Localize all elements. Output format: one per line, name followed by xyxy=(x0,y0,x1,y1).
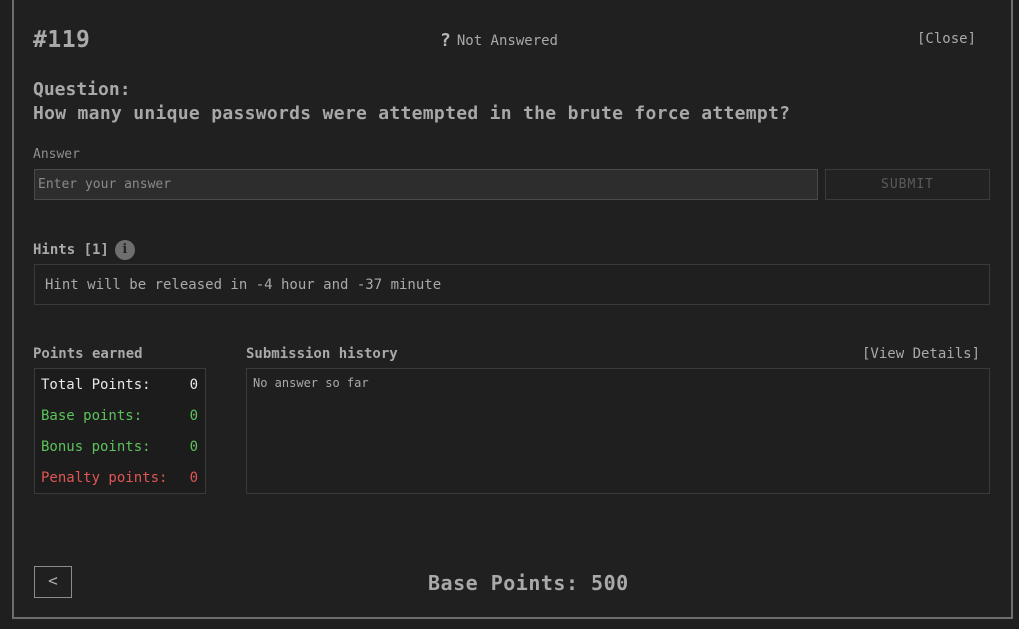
hint-text: Hint will be released in -4 hour and -37… xyxy=(34,264,990,305)
points-earned-title: Points earned xyxy=(33,346,143,362)
penalty-points-row: Penalty points: 0 xyxy=(41,470,198,486)
bonus-points-value: 0 xyxy=(189,439,198,455)
question-mark-icon: ? xyxy=(440,30,451,51)
total-points-row: Total Points: 0 xyxy=(41,377,198,393)
answer-input[interactable] xyxy=(34,169,818,200)
hints-header: Hints [1] i xyxy=(33,240,135,260)
question-modal xyxy=(12,0,1013,619)
submission-history-empty: No answer so far xyxy=(253,376,369,390)
bonus-points-row: Bonus points: 0 xyxy=(41,439,198,455)
answer-label: Answer xyxy=(33,147,80,162)
submit-button[interactable]: SUBMIT xyxy=(825,169,990,200)
question-label: Question: xyxy=(33,79,131,100)
question-id: #119 xyxy=(33,27,91,53)
info-icon[interactable]: i xyxy=(114,240,135,260)
points-earned-panel: Total Points: 0 Base points: 0 Bonus poi… xyxy=(34,368,206,494)
bonus-points-label: Bonus points: xyxy=(41,439,151,455)
submission-history-title: Submission history xyxy=(246,346,398,362)
penalty-points-value: 0 xyxy=(189,470,198,486)
total-points-value: 0 xyxy=(189,377,198,393)
base-points-label: Base points: xyxy=(41,408,143,424)
status-text: Not Answered xyxy=(456,32,558,49)
submission-history-panel: No answer so far xyxy=(246,368,990,494)
close-button[interactable]: [Close] xyxy=(917,31,976,47)
view-details-link[interactable]: [View Details] xyxy=(862,346,980,362)
base-points-value: 0 xyxy=(189,408,198,424)
base-points-footer: Base Points: 500 xyxy=(428,571,629,595)
hints-title: Hints [1] xyxy=(33,242,109,258)
total-points-label: Total Points: xyxy=(41,377,151,393)
base-points-row: Base points: 0 xyxy=(41,408,198,424)
penalty-points-label: Penalty points: xyxy=(41,470,168,486)
answer-status: ? Not Answered xyxy=(440,30,558,51)
chevron-left-icon: < xyxy=(48,571,58,590)
back-button[interactable]: < xyxy=(34,566,72,598)
question-text: How many unique passwords were attempted… xyxy=(33,103,791,124)
